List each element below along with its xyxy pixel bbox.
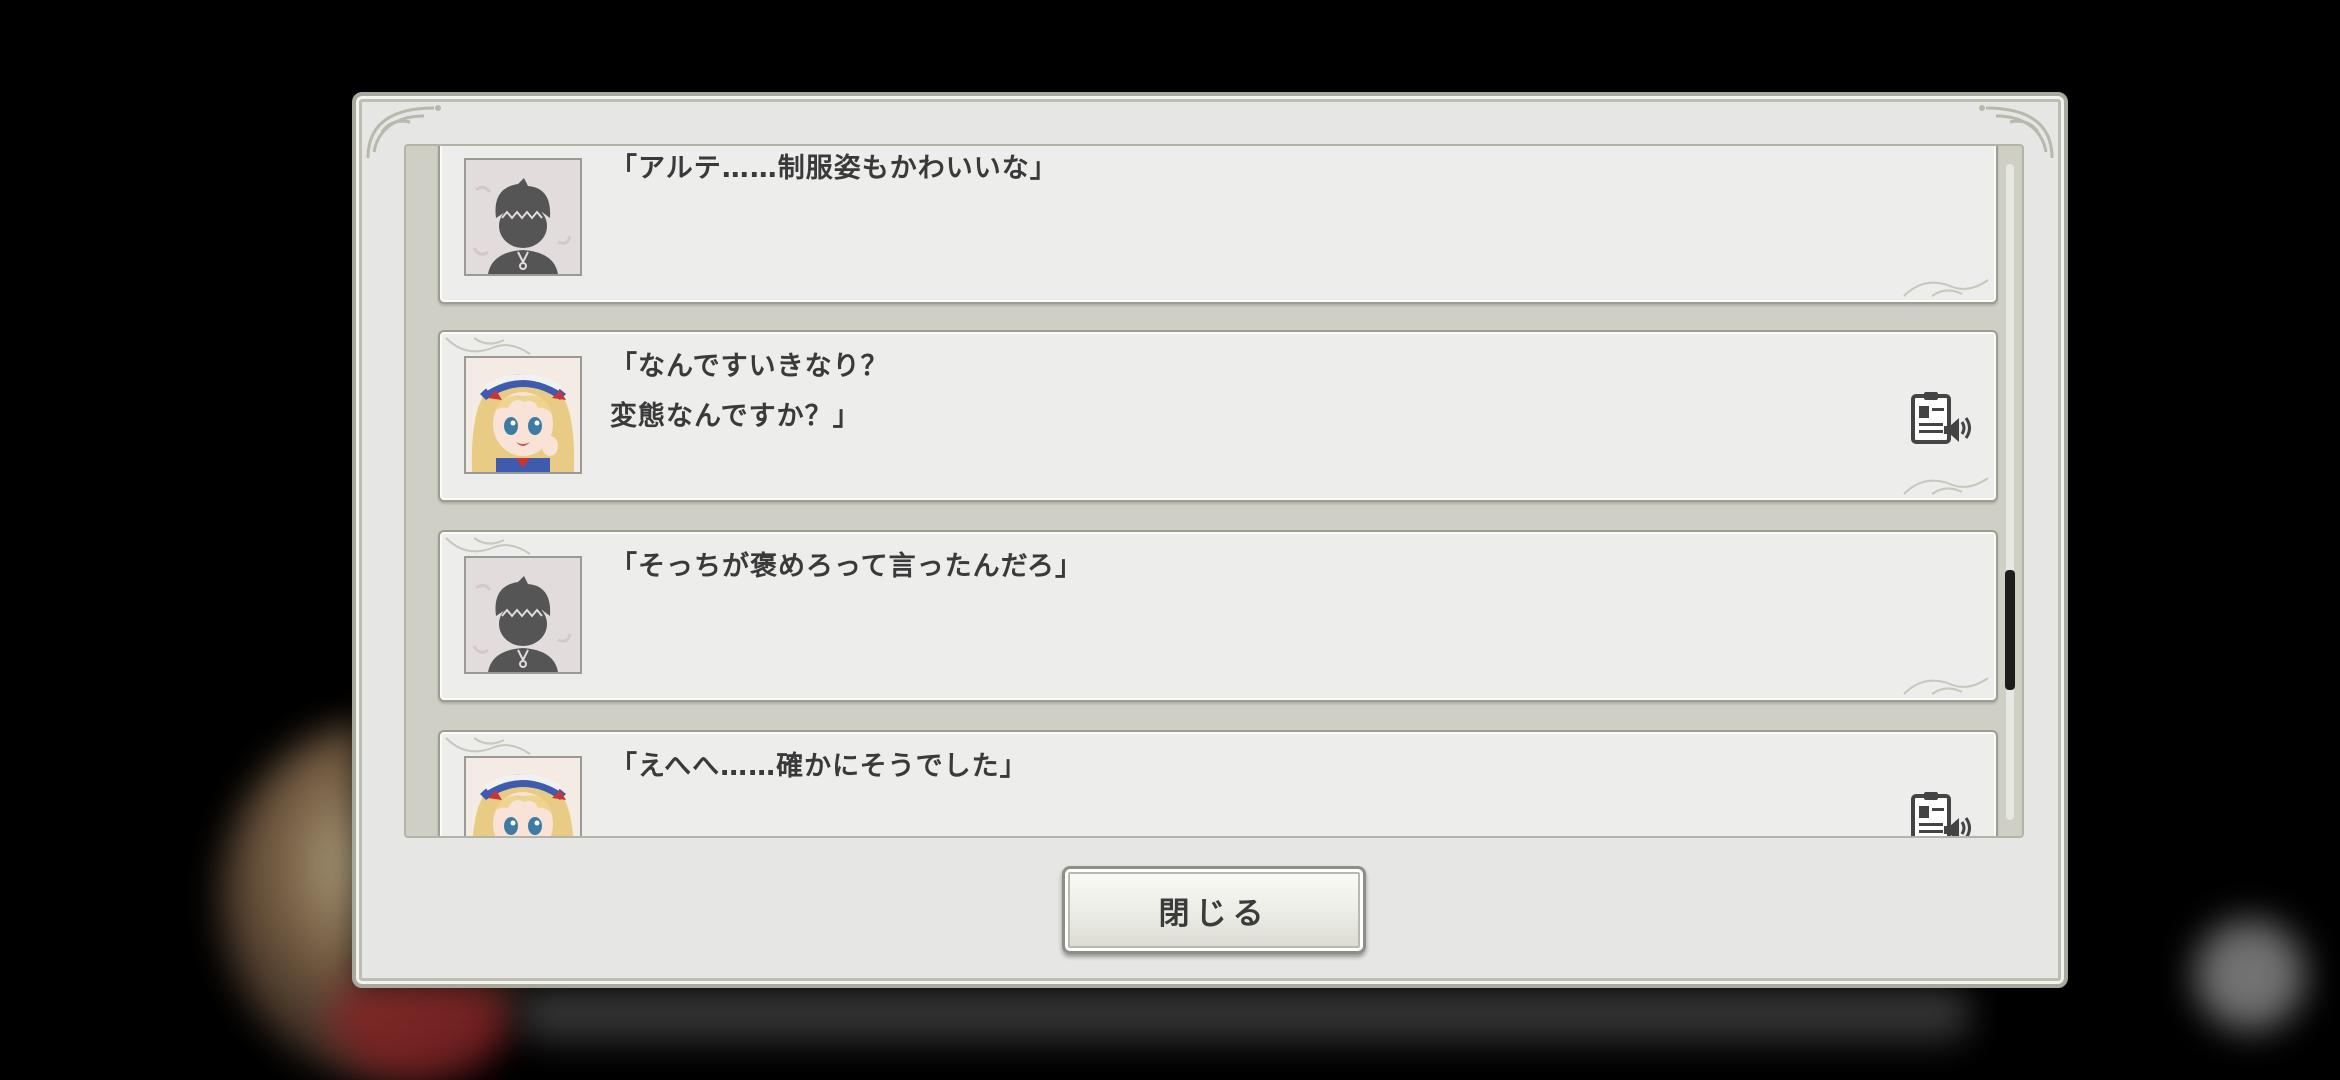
player-portrait: [464, 556, 582, 674]
dialogue-text: 「えへへ……確かにそうでした」: [610, 751, 1028, 782]
close-button[interactable]: 閉じる: [1062, 866, 1366, 954]
background-textbox: [520, 980, 1970, 1040]
backlog-entry: 「そっちが褒めろって言ったんだろ」: [438, 530, 1998, 702]
player-portrait: [464, 158, 582, 276]
dialogue-text: 「なんですいきなり？ 変態なんですか？」: [610, 351, 889, 432]
backlog-dialog: 「アルテ……制服姿もかわいいな」 「なんですいきなり？ 変態なんですか？」 「そ…: [352, 92, 2068, 988]
voice-playback-icon[interactable]: [1910, 390, 1972, 446]
alte-portrait: [464, 756, 582, 836]
alte-portrait: [464, 356, 582, 474]
background-menu-button: [2195, 920, 2305, 1030]
scrollbar[interactable]: [2005, 164, 2015, 820]
backlog-entry: 「アルテ……制服姿もかわいいな」: [438, 146, 1998, 304]
scrollbar-thumb[interactable]: [2005, 570, 2015, 690]
flourish-ornament-icon: [1903, 279, 1989, 297]
flourish-ornament-icon: [1903, 477, 1989, 495]
close-button-label: 閉じる: [1158, 895, 1270, 932]
dialogue-text: 「アルテ……制服姿もかわいいな」: [610, 153, 1058, 184]
alte-portrait-icon: [466, 758, 580, 836]
backlog-entry: 「なんですいきなり？ 変態なんですか？」: [438, 330, 1998, 502]
backlog-list[interactable]: 「アルテ……制服姿もかわいいな」 「なんですいきなり？ 変態なんですか？」 「そ…: [404, 144, 2024, 838]
voice-playback-icon[interactable]: [1910, 790, 1972, 838]
player-silhouette-icon: [472, 576, 572, 672]
flourish-ornament-icon: [1903, 677, 1989, 695]
player-silhouette-icon: [472, 178, 572, 274]
backlog-entry: 「えへへ……確かにそうでした」: [438, 730, 1998, 838]
alte-portrait-icon: [466, 358, 580, 472]
dialogue-text: 「そっちが褒めろって言ったんだろ」: [610, 551, 1084, 582]
